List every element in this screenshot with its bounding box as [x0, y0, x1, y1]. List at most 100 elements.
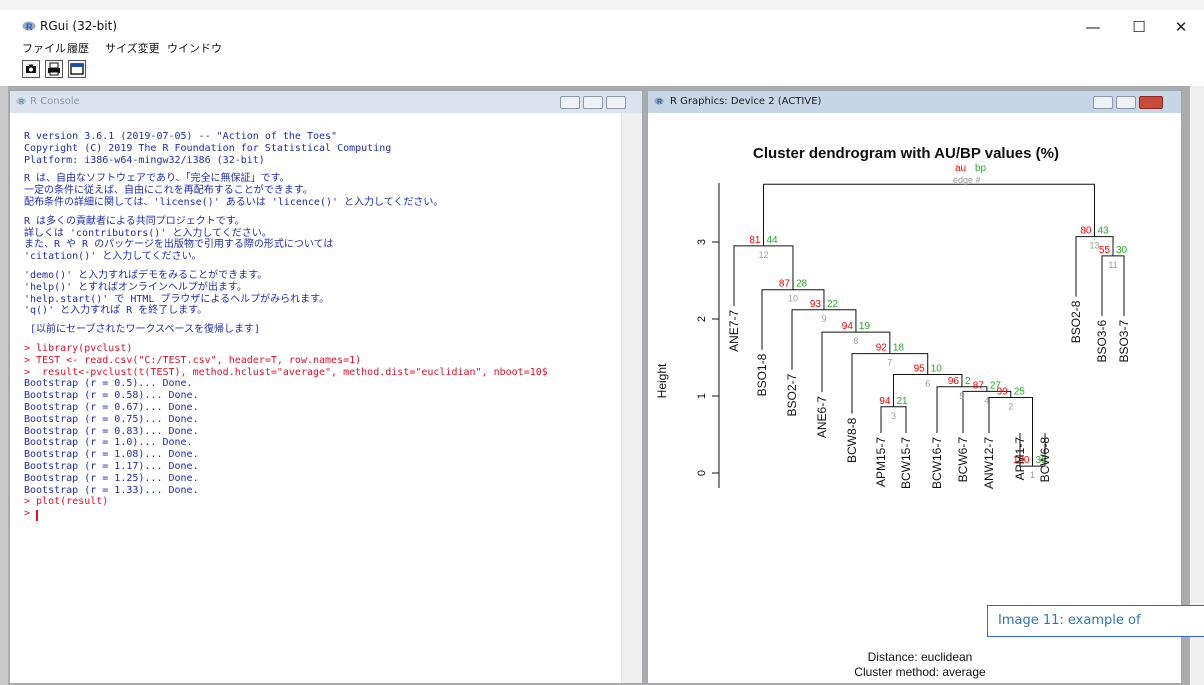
edge-number: 13 [1089, 241, 1099, 251]
console-line: Bootstrap (r = 1.08)... Done. [24, 449, 199, 461]
edge-number: 12 [758, 250, 768, 260]
console-caption-bar[interactable]: R R Console [10, 91, 642, 113]
maximize-button[interactable]: ☐ [1116, 14, 1162, 40]
console-line: Bootstrap (r = 1.0)... Done. [24, 437, 193, 449]
r-console-window[interactable]: R R Console R version 3.6.1 (2019-07-05)… [9, 90, 643, 684]
console-line: Bootstrap (r = 1.25)... Done. [24, 472, 199, 484]
console-line: また、R や R のパッケージを出版物で引用する際の形式については [24, 239, 334, 251]
console-line: Bootstrap (r = 0.5)... Done. [24, 378, 193, 390]
console-line: Bootstrap (r = 0.83)... Done. [24, 425, 199, 437]
console-line: 配布条件の詳細に関しては、'license()' あるいは 'licence()… [24, 197, 444, 208]
menu-bar: ファイル 履歴 サイズ変更 ウインドウ [0, 40, 1204, 58]
title-bar: R RGui (32-bit) — ☐ ✕ [0, 10, 1204, 40]
console-line: Bootstrap (r = 0.58)... Done. [24, 390, 199, 402]
svg-text:R: R [19, 99, 24, 105]
menu-resize[interactable]: サイズ変更 [105, 40, 160, 56]
leaf-label: BSO1-8 [755, 353, 769, 396]
console-scrollbar[interactable] [621, 113, 642, 683]
distance-label: Distance: euclidean [868, 650, 973, 664]
console-line: 'q()' と入力すれば R を終了します。 [24, 305, 208, 317]
leaf-labels: ANE7-7 BSO1-8 BSO2-7 ANE6-7 BCW8-8 APM15-7 BCW… [727, 300, 1131, 489]
console-line: Bootstrap (r = 1.33)... Done. [24, 484, 199, 496]
legend-edge: edge # [953, 175, 981, 185]
bp-value: 22 [827, 299, 839, 310]
leaf-label: ANE6-7 [815, 396, 829, 438]
dendrogram-link [762, 183, 1095, 246]
console-maximize-button[interactable] [583, 96, 603, 109]
console-line: 'citation()' と入力してください。 [24, 251, 202, 263]
console-line: > [24, 508, 37, 520]
menu-history[interactable]: 履歴 [67, 40, 89, 56]
console-line: Bootstrap (r = 1.17)... Done. [24, 461, 199, 472]
r-logo-icon: R [22, 21, 36, 31]
edge-number: 5 [959, 391, 964, 401]
leaf-label: APM1-7 [1013, 437, 1027, 481]
toolbar [0, 58, 1204, 86]
console-close-button[interactable] [606, 96, 626, 109]
leaf-label: BCW8-8 [845, 417, 859, 463]
leaf-label: BSO2-7 [785, 373, 799, 416]
console-line: Platform: i386-w64-mingw32/i386 (32-bit) [24, 154, 265, 166]
console-line: [以前にセーブされたワークスペースを復帰します] [24, 324, 260, 336]
close-button[interactable]: ✕ [1158, 14, 1204, 40]
leaf-label: BCW16-7 [930, 437, 944, 489]
au-value: 80 [1080, 226, 1092, 237]
au-value: 87 [973, 380, 985, 391]
y-ticks: 0 1 2 3 [696, 239, 719, 476]
console-line: R は、自由なソフトウェアであり、「完全に無保証」です。 [24, 173, 290, 185]
graphics-close-button[interactable] [1139, 96, 1163, 109]
console-output[interactable]: R version 3.6.1 (2019-07-05) -- "Action … [10, 113, 622, 683]
console-line: > plot(result) [24, 496, 109, 508]
bp-value: 25 [1014, 387, 1026, 398]
leaf-label: BCW6-7 [956, 437, 970, 483]
console-line: 'demo()' と入力すればデモをみることができます。 [24, 270, 268, 281]
au-value: 55 [1099, 245, 1111, 256]
au-value: 95 [914, 363, 926, 374]
graphics-minimize-button[interactable] [1093, 96, 1113, 109]
console-line: > TEST <- read.csv("C:/TEST.csv", header… [24, 354, 362, 366]
leaf-label: BSO3-7 [1117, 320, 1131, 363]
graphics-caption-bar[interactable]: R R Graphics: Device 2 (ACTIVE) [648, 91, 1181, 113]
dendrogram-plot: Cluster dendrogram with AU/BP values (%)… [655, 145, 1131, 679]
bp-value: 21 [897, 396, 909, 407]
console-line: 'help.start()' で HTML ブラウザによるヘルプがみられます。 [24, 293, 330, 305]
bp-value: 30 [1116, 245, 1128, 256]
graphics-maximize-button[interactable] [1116, 96, 1136, 109]
camera-icon[interactable] [22, 60, 40, 78]
edge-number: 6 [925, 378, 930, 388]
print-icon[interactable] [45, 60, 63, 78]
dendrogram-links [733, 183, 1125, 467]
bp-value: 18 [893, 343, 905, 354]
au-value: 94 [842, 321, 854, 332]
window-title: RGui (32-bit) [40, 19, 118, 33]
console-line: Bootstrap (r = 0.75)... Done. [24, 413, 199, 425]
console-line: 一定の条件に従えば、自由にこれを再配布することができます。 [24, 185, 313, 197]
bp-value: 10 [931, 363, 943, 374]
leaf-label: BCW15-7 [899, 437, 913, 489]
edge-number: 1 [1030, 470, 1035, 480]
r-graphics-window[interactable]: R R Graphics: Device 2 (ACTIVE) Cluster … [647, 90, 1182, 684]
au-value: 81 [749, 235, 761, 246]
menu-file[interactable]: ファイル [22, 40, 66, 56]
console-minimize-button[interactable] [560, 96, 580, 109]
edge-number: 7 [887, 358, 892, 368]
window-icon[interactable] [68, 60, 86, 78]
y-axis-label: Height [655, 363, 669, 398]
cluster-method-label: Cluster method: average [854, 665, 986, 679]
au-value: 94 [879, 396, 891, 407]
text-cursor [36, 510, 38, 521]
y-tick-label: 1 [696, 393, 708, 399]
leaf-label: ANE7-7 [727, 310, 741, 352]
mdi-scrollbar[interactable] [1190, 86, 1204, 685]
image-caption-box: Image 11: example of [987, 605, 1204, 637]
menu-window[interactable]: ウインドウ [167, 40, 222, 56]
r-logo-icon: R [16, 97, 26, 105]
console-title: R Console [30, 96, 80, 107]
minimize-button[interactable]: — [1070, 14, 1116, 40]
au-value: 87 [779, 279, 791, 290]
bp-value: 43 [1098, 226, 1110, 237]
leaf-label: BSO3-6 [1095, 320, 1109, 363]
leaf-label: APM15-7 [874, 437, 888, 487]
console-line: > result<-pvclust(t(TEST), method.hclust… [24, 366, 548, 378]
legend-au: au [955, 163, 966, 174]
